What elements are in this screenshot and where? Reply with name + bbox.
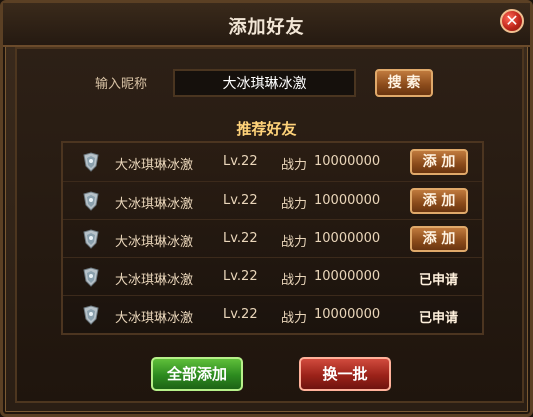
friend-power: 10000000 bbox=[314, 269, 381, 284]
rank-badge-icon bbox=[83, 305, 99, 325]
nickname-input[interactable] bbox=[173, 69, 356, 97]
applied-status: 已申请 bbox=[419, 311, 459, 326]
friend-row: 大冰琪琳冰激 Lv.22 战力 10000000 已申请 bbox=[63, 295, 482, 334]
recommended-friends-list: 大冰琪琳冰激 Lv.22 战力 10000000 添 加 大冰琪琳冰激 Lv.2… bbox=[61, 141, 484, 335]
recommended-friends-title: 推荐好友 bbox=[236, 120, 297, 138]
friend-name: 大冰琪琳冰激 bbox=[115, 235, 194, 250]
rank-badge-icon bbox=[83, 229, 99, 249]
add-friend-dialog: 添加好友 ✕ 输入昵称 搜 索 推荐好友 大冰琪琳冰激 Lv.22 战力 100… bbox=[0, 0, 533, 417]
close-button[interactable]: ✕ bbox=[500, 9, 524, 33]
friend-power: 10000000 bbox=[314, 231, 381, 246]
power-label: 战力 bbox=[281, 273, 308, 288]
friend-name: 大冰琪琳冰激 bbox=[115, 273, 194, 288]
friend-level: Lv.22 bbox=[223, 193, 258, 208]
search-button[interactable]: 搜 索 bbox=[375, 69, 433, 97]
power-label: 战力 bbox=[281, 197, 308, 212]
power-label: 战力 bbox=[281, 235, 308, 250]
friend-row: 大冰琪琳冰激 Lv.22 战力 10000000 已申请 bbox=[63, 257, 482, 296]
applied-status: 已申请 bbox=[419, 273, 459, 288]
friend-name: 大冰琪琳冰激 bbox=[115, 197, 194, 212]
refresh-batch-button[interactable]: 换一批 bbox=[299, 357, 391, 391]
add-friend-button[interactable]: 添 加 bbox=[410, 226, 468, 252]
rank-badge-icon bbox=[83, 152, 99, 172]
power-label: 战力 bbox=[281, 311, 308, 326]
friend-level: Lv.22 bbox=[223, 231, 258, 246]
add-friend-button[interactable]: 添 加 bbox=[410, 149, 468, 175]
close-icon: ✕ bbox=[505, 11, 519, 30]
add-all-button[interactable]: 全部添加 bbox=[151, 357, 243, 391]
friend-row: 大冰琪琳冰激 Lv.22 战力 10000000 添 加 bbox=[63, 143, 482, 181]
friend-name: 大冰琪琳冰激 bbox=[115, 311, 194, 326]
friend-level: Lv.22 bbox=[223, 269, 258, 284]
friend-level: Lv.22 bbox=[223, 307, 258, 322]
friend-power: 10000000 bbox=[314, 307, 381, 322]
friend-name: 大冰琪琳冰激 bbox=[115, 158, 194, 173]
friend-power: 10000000 bbox=[314, 154, 381, 169]
power-label: 战力 bbox=[281, 158, 308, 173]
add-friend-button[interactable]: 添 加 bbox=[410, 188, 468, 214]
dialog-titlebar: 添加好友 ✕ bbox=[3, 3, 530, 47]
nickname-label: 输入昵称 bbox=[95, 77, 148, 92]
dialog-title: 添加好友 bbox=[228, 17, 305, 38]
friend-row: 大冰琪琳冰激 Lv.22 战力 10000000 添 加 bbox=[63, 219, 482, 258]
rank-badge-icon bbox=[83, 191, 99, 211]
friend-power: 10000000 bbox=[314, 193, 381, 208]
rank-badge-icon bbox=[83, 267, 99, 287]
friend-level: Lv.22 bbox=[223, 154, 258, 169]
friend-row: 大冰琪琳冰激 Lv.22 战力 10000000 添 加 bbox=[63, 181, 482, 220]
